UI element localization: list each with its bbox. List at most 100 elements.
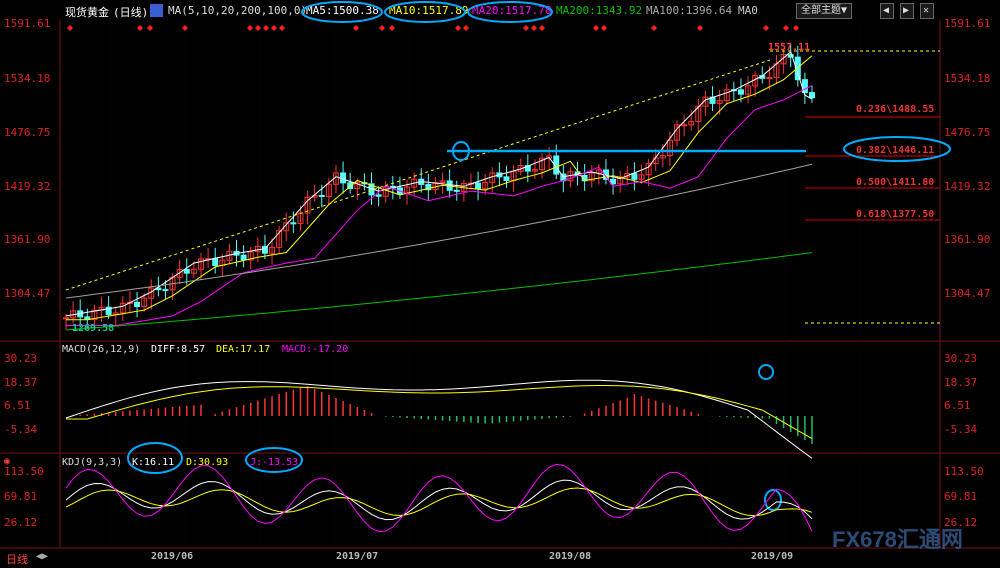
- macd-tick-l-2: 6.51: [4, 399, 31, 412]
- signal-diamond: [697, 25, 703, 31]
- candle-body: [183, 269, 190, 274]
- trend-line: [65, 59, 771, 291]
- candle-body: [134, 301, 141, 308]
- macd-tick-r-2: 6.51: [944, 399, 971, 412]
- signal-diamond: [455, 25, 461, 31]
- signal-diamond: [147, 25, 153, 31]
- price-tick-l-5: 1304.47: [4, 287, 51, 300]
- signal-diamond: [523, 25, 529, 31]
- high-price-label: 1557.11: [768, 42, 811, 53]
- candle-body: [453, 189, 460, 192]
- price-tick-l-4: 1361.90: [4, 233, 51, 246]
- price-tick-r-1: 1534.18: [944, 72, 991, 85]
- price-tick-r-3: 1419.32: [944, 180, 991, 193]
- ma5-highlight: [301, 1, 383, 23]
- price-tick-r-2: 1476.75: [944, 126, 991, 139]
- kdj-j: J:-13.53: [250, 457, 299, 468]
- price-tick-r-4: 1361.90: [944, 233, 991, 246]
- month-label-jul: 2019/07: [336, 551, 379, 562]
- ma5-line: [65, 51, 813, 317]
- signal-diamond: [783, 25, 789, 31]
- candle-body: [318, 195, 325, 198]
- candle-body: [375, 194, 382, 197]
- macd-dea-line: [66, 385, 813, 440]
- candle-body: [162, 289, 169, 292]
- month-label-jun: 2019/06: [151, 551, 194, 562]
- chart-window: 现货黄金 (日线) MA(5,10,20,200,100,0) MA5:1500…: [0, 0, 1000, 568]
- signal-diamond: [651, 25, 657, 31]
- price-tick-l-1: 1534.18: [4, 72, 51, 85]
- signal-diamond: [539, 25, 545, 31]
- price-tick-r-0: 1591.61: [944, 17, 991, 30]
- signal-diamond: [247, 25, 253, 31]
- candle-body: [212, 258, 219, 266]
- candle-body: [631, 173, 638, 180]
- tab-scroll-arrows[interactable]: ◀▶: [36, 551, 48, 562]
- ma100-line: [65, 163, 813, 299]
- candle-body: [63, 317, 69, 320]
- price-tick-l-0: 1591.61: [4, 17, 51, 30]
- signal-diamond: [793, 25, 799, 31]
- fib-level-236: 0.236\1488.55: [856, 104, 935, 115]
- price-tick-r-5: 1304.47: [944, 287, 991, 300]
- ma20-highlight: [467, 1, 553, 23]
- macd-tick-l-3: -5.34: [4, 423, 38, 436]
- kdj-d: D:30.93: [186, 457, 229, 468]
- candle-body: [240, 254, 247, 261]
- signal-diamond: [763, 25, 769, 31]
- signal-diamond: [67, 25, 73, 31]
- macd-diff: DIFF:8.57: [151, 344, 206, 355]
- macd-tick-r-3: -5.34: [944, 423, 978, 436]
- signal-diamond: [379, 25, 385, 31]
- ma200-line: [65, 252, 813, 331]
- candle-body: [766, 76, 773, 79]
- macd-tick-l-0: 30.23: [4, 352, 38, 365]
- signal-diamond: [389, 25, 395, 31]
- macd-tick-r-0: 30.23: [944, 352, 978, 365]
- kdj-tick-r-1: 69.81: [944, 490, 978, 503]
- macd-tick-r-1: 18.37: [944, 376, 978, 389]
- low-price-label: 1269.58: [72, 323, 115, 334]
- signal-diamond: [263, 25, 269, 31]
- candle-body: [737, 89, 744, 95]
- signal-diamond: [279, 25, 285, 31]
- candle-body: [340, 172, 347, 184]
- ma10-highlight: [384, 1, 466, 23]
- signal-diamond: [255, 25, 261, 31]
- signal-diamond: [271, 25, 277, 31]
- candle-body: [809, 92, 815, 99]
- signal-diamond: [531, 25, 537, 31]
- price-tick-l-3: 1419.32: [4, 180, 51, 193]
- signal-diamond: [601, 25, 607, 31]
- signal-diamond: [182, 25, 188, 31]
- macd-dea: DEA:17.17: [216, 344, 271, 355]
- kdj-tick-r-0: 113.50: [944, 465, 984, 478]
- macd-title: MACD(26,12,9): [62, 344, 141, 355]
- macd-value: MACD:-17.20: [282, 344, 349, 355]
- signal-diamond: [593, 25, 599, 31]
- price-chart-svg: [0, 1, 1000, 549]
- period-tab-daily[interactable]: 日线: [6, 551, 28, 567]
- month-label-aug: 2019/08: [549, 551, 592, 562]
- kdj-tick-l-2: 26.12: [4, 516, 38, 529]
- signal-diamond: [463, 25, 469, 31]
- kdj-k: K:16.11: [132, 457, 175, 468]
- price-tick-l-2: 1476.75: [4, 126, 51, 139]
- kdj-tick-l-1: 69.81: [4, 490, 38, 503]
- kdj-d-line: [65, 487, 813, 517]
- fib-level-500: 0.500\1411.80: [856, 177, 935, 188]
- month-label-sep: 2019/09: [751, 551, 794, 562]
- fib-level-618: 0.618\1377.50: [856, 209, 935, 220]
- macd-cross-highlight: [758, 364, 774, 380]
- signal-diamond: [353, 25, 359, 31]
- candle-body: [475, 182, 482, 190]
- macd-tick-l-1: 18.37: [4, 376, 38, 389]
- macd-diff-line: [65, 379, 813, 459]
- kdj-title: KDJ(9,3,3): [62, 457, 123, 468]
- signal-diamond: [137, 25, 143, 31]
- kdj-tick-r-2: 26.12: [944, 516, 978, 529]
- candle-body: [503, 176, 510, 181]
- ma10-line: [66, 55, 813, 321]
- fib-level-382: 0.382\1446.11: [856, 145, 935, 156]
- candle-body: [681, 124, 688, 127]
